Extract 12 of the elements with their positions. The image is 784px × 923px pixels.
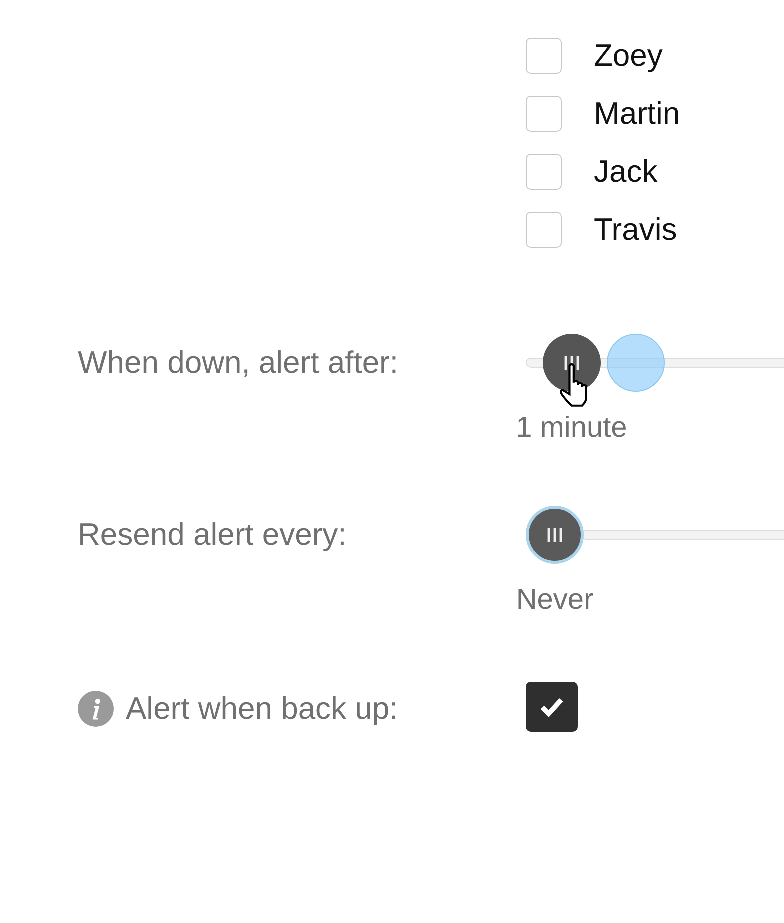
recipient-name: Travis <box>594 212 678 248</box>
checkbox[interactable] <box>526 682 578 732</box>
recipient-name: Zoey <box>594 38 663 74</box>
grip-icon <box>545 525 565 545</box>
slider-value: Never <box>516 584 594 617</box>
recipient-name: Jack <box>594 154 658 190</box>
setting-label: Resend alert every: <box>78 517 347 553</box>
recipient-name: Martin <box>594 96 680 132</box>
info-icon[interactable] <box>78 691 114 727</box>
setting-label: When down, alert after: <box>78 345 398 381</box>
slider-value: 1 minute <box>516 412 628 445</box>
setting-label: Alert when back up: <box>126 691 398 727</box>
